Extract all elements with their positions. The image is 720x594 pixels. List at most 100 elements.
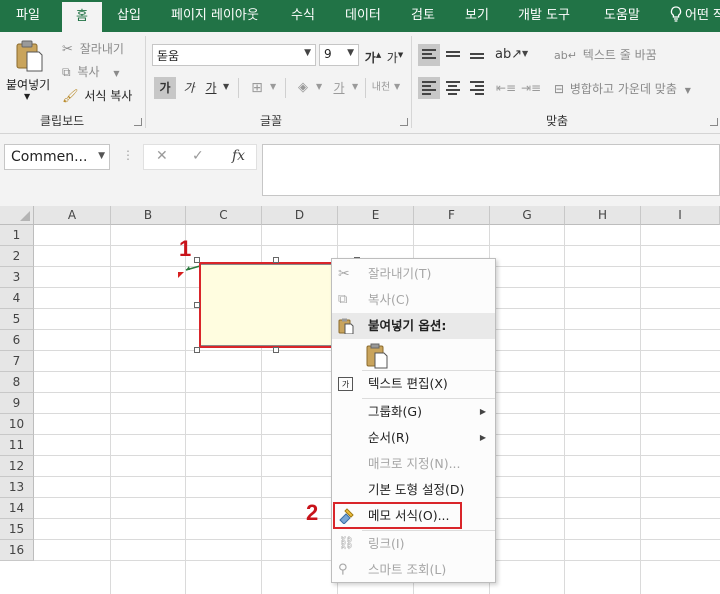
- phonetic-guide-icon[interactable]: 내천: [370, 77, 392, 99]
- row-header[interactable]: 13: [0, 477, 34, 498]
- row-header[interactable]: 7: [0, 351, 34, 372]
- clipboard-group-label: 클립보드: [40, 114, 85, 128]
- cancel-icon[interactable]: ✕: [156, 148, 168, 164]
- increase-indent-icon[interactable]: ⇥≡: [520, 77, 542, 99]
- chevron-down-icon: ▼: [24, 92, 31, 101]
- menu-item-set-default-shape[interactable]: 기본 도형 설정(D): [332, 477, 495, 503]
- row-header[interactable]: 11: [0, 435, 34, 456]
- paste-option-icon[interactable]: [366, 343, 388, 369]
- column-header-e[interactable]: E: [338, 206, 414, 225]
- column-header-b[interactable]: B: [111, 206, 186, 225]
- menu-item-order[interactable]: 순서(R) ▶: [332, 425, 495, 451]
- copy-button[interactable]: ⧉ 복사 ▼: [62, 63, 119, 80]
- tab-review[interactable]: 검토: [411, 0, 435, 32]
- bold-button[interactable]: 가: [154, 77, 176, 99]
- wrap-text-button[interactable]: ab↵ 텍스트 줄 바꿈: [554, 46, 657, 63]
- resize-handle[interactable]: [194, 347, 200, 353]
- tab-insert[interactable]: 삽입: [117, 0, 141, 32]
- row-header[interactable]: 10: [0, 414, 34, 435]
- menu-item-copy[interactable]: ⧉ 복사(C): [332, 287, 495, 313]
- menu-item-label: 순서(R): [368, 430, 410, 445]
- row-header[interactable]: 1: [0, 225, 34, 246]
- align-top-button[interactable]: [418, 44, 440, 66]
- align-left-button[interactable]: [418, 77, 440, 99]
- align-right-button[interactable]: [466, 77, 488, 99]
- alignment-dialog-launcher[interactable]: [710, 118, 718, 126]
- menu-item-smart-lookup[interactable]: ⚲ 스마트 조회(L): [332, 557, 495, 583]
- row-header[interactable]: 4: [0, 288, 34, 309]
- row-header[interactable]: 8: [0, 372, 34, 393]
- comment-indicator: [178, 272, 184, 278]
- column-header-c[interactable]: C: [186, 206, 262, 225]
- cut-button[interactable]: ✂ 잘라내기: [62, 40, 124, 57]
- tab-home[interactable]: 홈: [62, 2, 102, 32]
- row-header[interactable]: 2: [0, 246, 34, 267]
- link-icon: ⛓: [338, 536, 355, 551]
- row-header[interactable]: 16: [0, 540, 34, 561]
- menu-item-group[interactable]: 그룹화(G) ▶: [332, 399, 495, 425]
- enter-icon[interactable]: ✓: [192, 148, 204, 164]
- font-color-icon[interactable]: 가: [328, 77, 350, 99]
- fill-color-icon[interactable]: ◈: [292, 77, 314, 99]
- align-center-button[interactable]: [442, 77, 464, 99]
- row-header[interactable]: 9: [0, 393, 34, 414]
- menu-item-link[interactable]: ⛓ 링크(I): [332, 531, 495, 557]
- name-box[interactable]: Commen... ▼: [4, 144, 110, 170]
- tell-me-box[interactable]: 어떤 작: [670, 0, 720, 32]
- tab-formulas[interactable]: 수식: [291, 0, 315, 32]
- menu-item-label: 스마트 조회(L): [368, 562, 447, 577]
- resize-handle[interactable]: [194, 257, 200, 263]
- resize-handle[interactable]: [273, 347, 279, 353]
- chevron-down-icon: ▼: [394, 82, 401, 91]
- font-name-combo[interactable]: 돋움 ▼: [152, 44, 316, 66]
- copy-icon: ⧉: [338, 292, 348, 307]
- menu-item-assign-macro[interactable]: 매크로 지정(N)...: [332, 451, 495, 477]
- orientation-icon: ab↗: [495, 47, 523, 62]
- row-header[interactable]: 14: [0, 498, 34, 519]
- select-all-button[interactable]: [0, 206, 34, 225]
- menu-item-label: 링크(I): [368, 536, 405, 551]
- italic-button[interactable]: 가: [178, 77, 200, 99]
- menu-item-edit-text[interactable]: 가 텍스트 편집(X): [332, 371, 495, 397]
- clipboard-dialog-launcher[interactable]: [134, 118, 142, 126]
- row-header[interactable]: 5: [0, 309, 34, 330]
- column-header-a[interactable]: A: [34, 206, 111, 225]
- orientation-button[interactable]: ab↗: [495, 44, 522, 66]
- column-header-h[interactable]: H: [565, 206, 641, 225]
- tab-view[interactable]: 보기: [465, 0, 489, 32]
- font-dialog-launcher[interactable]: [400, 118, 408, 126]
- merge-center-button[interactable]: ⊟ 병합하고 가운데 맞춤 ▼: [554, 80, 691, 97]
- increase-font-size-button[interactable]: 가▲: [362, 44, 384, 66]
- resize-handle[interactable]: [194, 302, 200, 308]
- paste-icon: [16, 40, 43, 72]
- underline-button[interactable]: 가: [200, 77, 222, 99]
- tab-file[interactable]: 파일: [16, 0, 40, 32]
- tab-page-layout[interactable]: 페이지 레이아웃: [171, 0, 259, 32]
- insert-function-icon[interactable]: fx: [232, 148, 245, 164]
- decrease-indent-icon[interactable]: ⇤≡: [495, 77, 517, 99]
- format-painter-button[interactable]: 🖌 서식 복사: [62, 87, 132, 104]
- row-header[interactable]: 12: [0, 456, 34, 477]
- submenu-arrow-icon: ▶: [479, 433, 486, 442]
- decrease-font-size-button[interactable]: 가▼: [384, 44, 406, 66]
- column-header-i[interactable]: I: [641, 206, 720, 225]
- row-header[interactable]: 6: [0, 330, 34, 351]
- resize-handle[interactable]: [273, 257, 279, 263]
- align-bottom-button[interactable]: [466, 44, 488, 66]
- column-header-g[interactable]: G: [490, 206, 565, 225]
- callout-step-1: 1: [179, 236, 192, 261]
- font-size-combo[interactable]: 9 ▼: [319, 44, 359, 66]
- merge-center-label: 병합하고 가운데 맞춤: [569, 82, 677, 96]
- tab-help[interactable]: 도움말: [604, 0, 640, 32]
- row-header[interactable]: 15: [0, 519, 34, 540]
- tab-data[interactable]: 데이터: [345, 0, 381, 32]
- align-middle-button[interactable]: [442, 44, 464, 66]
- column-header-d[interactable]: D: [262, 206, 338, 225]
- menu-item-cut[interactable]: ✂ 잘라내기(T): [332, 261, 495, 287]
- paste-button[interactable]: 붙여넣기 ▼: [6, 38, 52, 108]
- row-header[interactable]: 3: [0, 267, 34, 288]
- borders-icon[interactable]: ⊞: [246, 77, 268, 99]
- column-header-f[interactable]: F: [414, 206, 490, 225]
- formula-input[interactable]: [262, 144, 720, 196]
- tab-developer[interactable]: 개발 도구: [518, 0, 570, 32]
